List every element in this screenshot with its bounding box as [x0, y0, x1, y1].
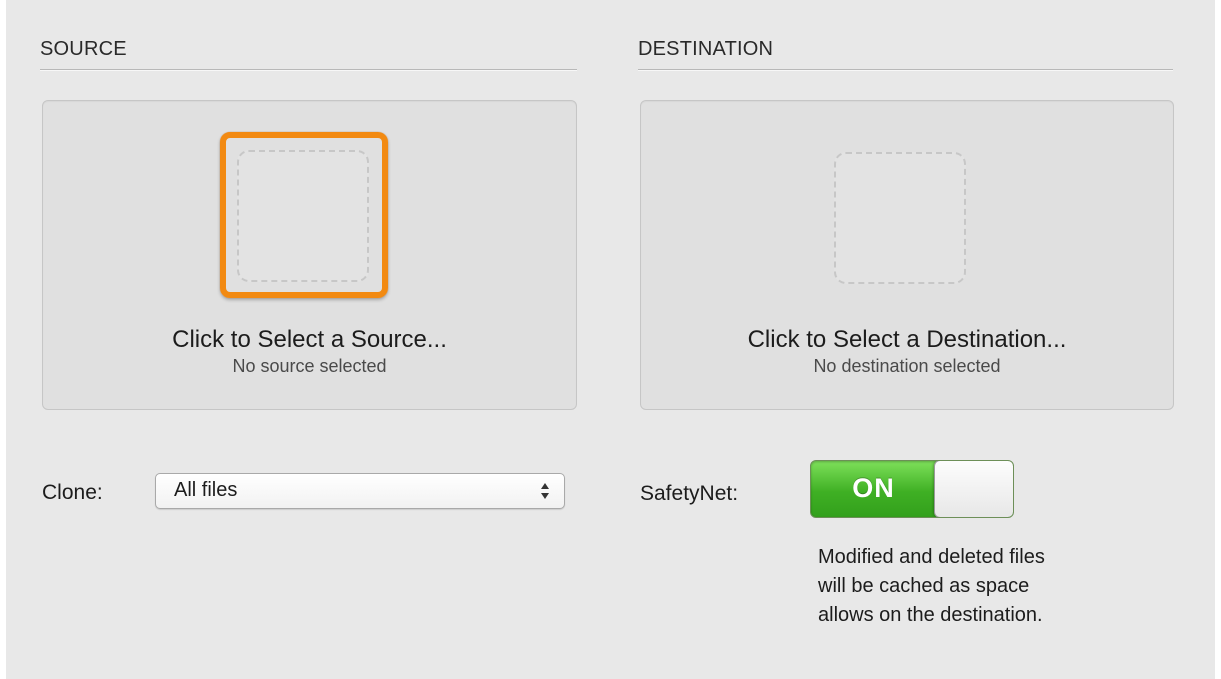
up-down-arrows-icon: [541, 483, 549, 499]
safetynet-description: Modified and deleted files will be cache…: [818, 543, 1178, 630]
clone-popup-value: All files: [174, 479, 238, 501]
clone-popup[interactable]: All files: [155, 473, 565, 509]
clone-setup-panel: SOURCE Click to Select a Source... No so…: [6, 0, 1215, 679]
source-status: No source selected: [232, 356, 387, 376]
source-drop-placeholder: [237, 150, 369, 282]
destination-header-divider: [638, 69, 1173, 71]
safetynet-label: SafetyNet:: [640, 482, 739, 505]
destination-header: DESTINATION: [638, 38, 774, 60]
destination-status: No destination selected: [813, 356, 1001, 376]
source-select-title: Click to Select a Source...: [172, 326, 447, 353]
safetynet-description-line: Modified and deleted files: [818, 546, 1045, 568]
destination-drop-placeholder: [834, 152, 966, 284]
toggle-on-text: ON: [852, 473, 895, 503]
clone-label: Clone:: [42, 481, 103, 504]
destination-selector[interactable]: Click to Select a Destination... No dest…: [640, 100, 1174, 410]
source-header-divider: [40, 69, 577, 71]
safetynet-toggle[interactable]: ON: [810, 460, 1014, 518]
destination-select-title: Click to Select a Destination...: [747, 326, 1067, 353]
safetynet-description-line: will be cached as space: [818, 575, 1030, 597]
source-selector[interactable]: Click to Select a Source... No source se…: [42, 100, 577, 410]
source-header: SOURCE: [40, 38, 127, 60]
toggle-knob[interactable]: [934, 461, 1013, 517]
safetynet-description-line: allows on the destination.: [818, 604, 1043, 626]
